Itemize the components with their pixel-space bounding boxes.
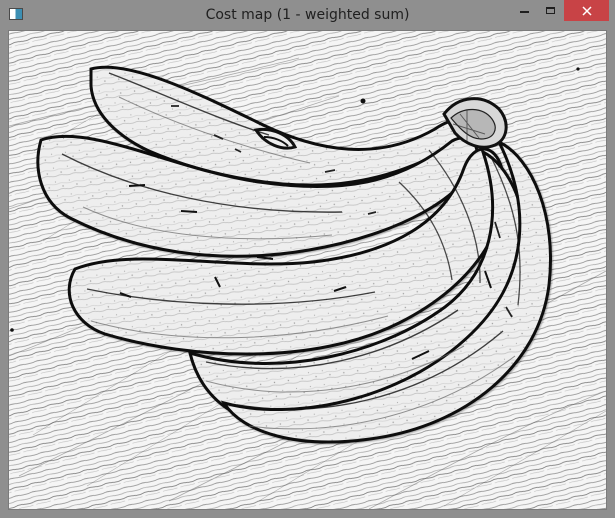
close-icon xyxy=(581,5,592,16)
maximize-button[interactable] xyxy=(538,0,562,21)
minimize-icon xyxy=(519,10,529,13)
close-button[interactable] xyxy=(564,0,609,21)
minimize-button[interactable] xyxy=(512,0,536,21)
maximize-icon xyxy=(545,7,555,14)
app-window: Cost map (1 - weighted sum) xyxy=(0,0,615,518)
title-bar[interactable]: Cost map (1 - weighted sum) xyxy=(0,0,615,30)
window-title: Cost map (1 - weighted sum) xyxy=(205,7,410,23)
image-viewport[interactable] xyxy=(8,30,607,510)
app-icon xyxy=(9,8,23,20)
cost-map-image xyxy=(9,31,606,509)
